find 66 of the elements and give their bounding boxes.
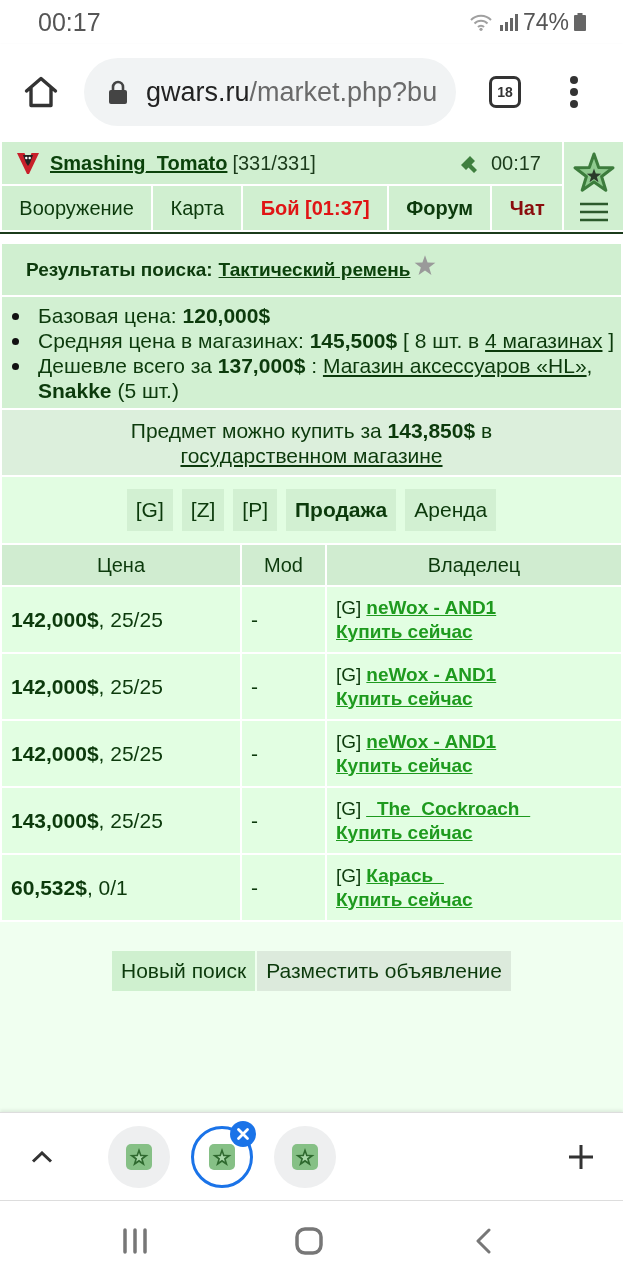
star-favicon-icon [126,1143,152,1170]
clock-time: 00:17 [38,7,101,37]
player-link[interactable]: Smashing_Tomato [50,151,228,175]
table-cell: - [242,587,325,652]
filter-tab[interactable]: [Z] [181,489,225,531]
info-text: Дешевле всего за 137,000$ : Магазин аксессуаров «HL», Snakke (5 шт.) [38,353,594,403]
table-cell: - [242,654,325,719]
table-cell: - [242,788,325,853]
close-icon[interactable] [230,1120,256,1147]
menu-icon[interactable] [569,76,579,108]
info-text: Средняя цена в магазинах: 145,500$ [ 8 шт. в 4 магазинах ] [38,328,616,353]
v-logo-icon[interactable] [16,151,40,175]
tab-count-button[interactable]: 18 [489,76,521,108]
nav-tab[interactable]: Карта [153,186,242,230]
plus-icon[interactable] [568,1143,594,1170]
health-text: [331/331] [232,151,316,175]
star-icon[interactable] [571,152,616,192]
offer-text: Предмет можно купить за 143,850$ в государственном магазине [130,419,493,467]
info-text: Базовая цена: 120,000$ [38,303,272,328]
battery-percent: 74% [522,8,569,36]
nav-tab[interactable]: Чат [492,186,562,230]
column-header: Владелец [327,545,621,585]
bullet-icon [12,363,19,370]
filter-tab[interactable]: Аренда [405,489,497,531]
owner-tag: [G] [336,663,362,685]
table-cell: - [242,721,325,786]
filter-tab[interactable]: [G] [126,489,173,531]
recent-apps-icon[interactable] [122,1227,148,1254]
column-header: Цена [2,545,240,585]
wifi-icon [468,13,493,31]
lock-icon [108,80,128,104]
table-cell: 143,000$, 25/25 [2,788,240,853]
table-cell: 142,000$, 25/25 [2,721,240,786]
caret-up-icon[interactable] [31,1150,53,1163]
owner-tag: [G] [336,797,362,819]
shop-link[interactable]: Магазин аксессуаров «HL» [322,354,587,377]
action-button[interactable]: Разместить объявление [257,951,511,991]
signal-icon [499,13,518,31]
results-title: Результаты поиска: [26,258,213,281]
filter-tab[interactable]: Продажа [286,489,397,531]
table-cell: 142,000$, 25/25 [2,587,240,652]
table-cell: 142,000$, 25/25 [2,654,240,719]
filter-tab[interactable]: [P] [233,489,277,531]
menu-icon[interactable] [579,202,608,222]
nav-tab[interactable]: Бой [01:37] [243,186,387,230]
nav-tab[interactable]: Вооружение [2,186,152,230]
home-icon[interactable] [24,76,58,108]
star-favicon-icon [209,1143,235,1170]
bullet-icon [12,313,19,320]
shop-link[interactable]: государственном магазине [180,444,443,467]
address-bar[interactable]: gwars.ru/market.php?bu [84,58,456,126]
back-icon[interactable] [475,1227,491,1254]
owner-tag: [G] [336,596,362,618]
table-cell: - [242,855,325,920]
star-favicon-icon [292,1143,318,1170]
table-cell: 60,532$, 0/1 [2,855,240,920]
owner-tag: [G] [336,730,362,752]
action-button[interactable]: Новый поиск [112,951,256,991]
nav-tab[interactable]: Форум [388,186,491,230]
item-link[interactable]: Тактический ремень [218,258,411,281]
clock-time: 00:17 [490,151,541,175]
battery-icon [574,13,586,31]
shop-link[interactable]: 4 магазинах [485,329,603,352]
bullet-icon [12,338,19,345]
column-header: Mod [242,545,325,585]
owner-tag: [G] [336,864,362,886]
